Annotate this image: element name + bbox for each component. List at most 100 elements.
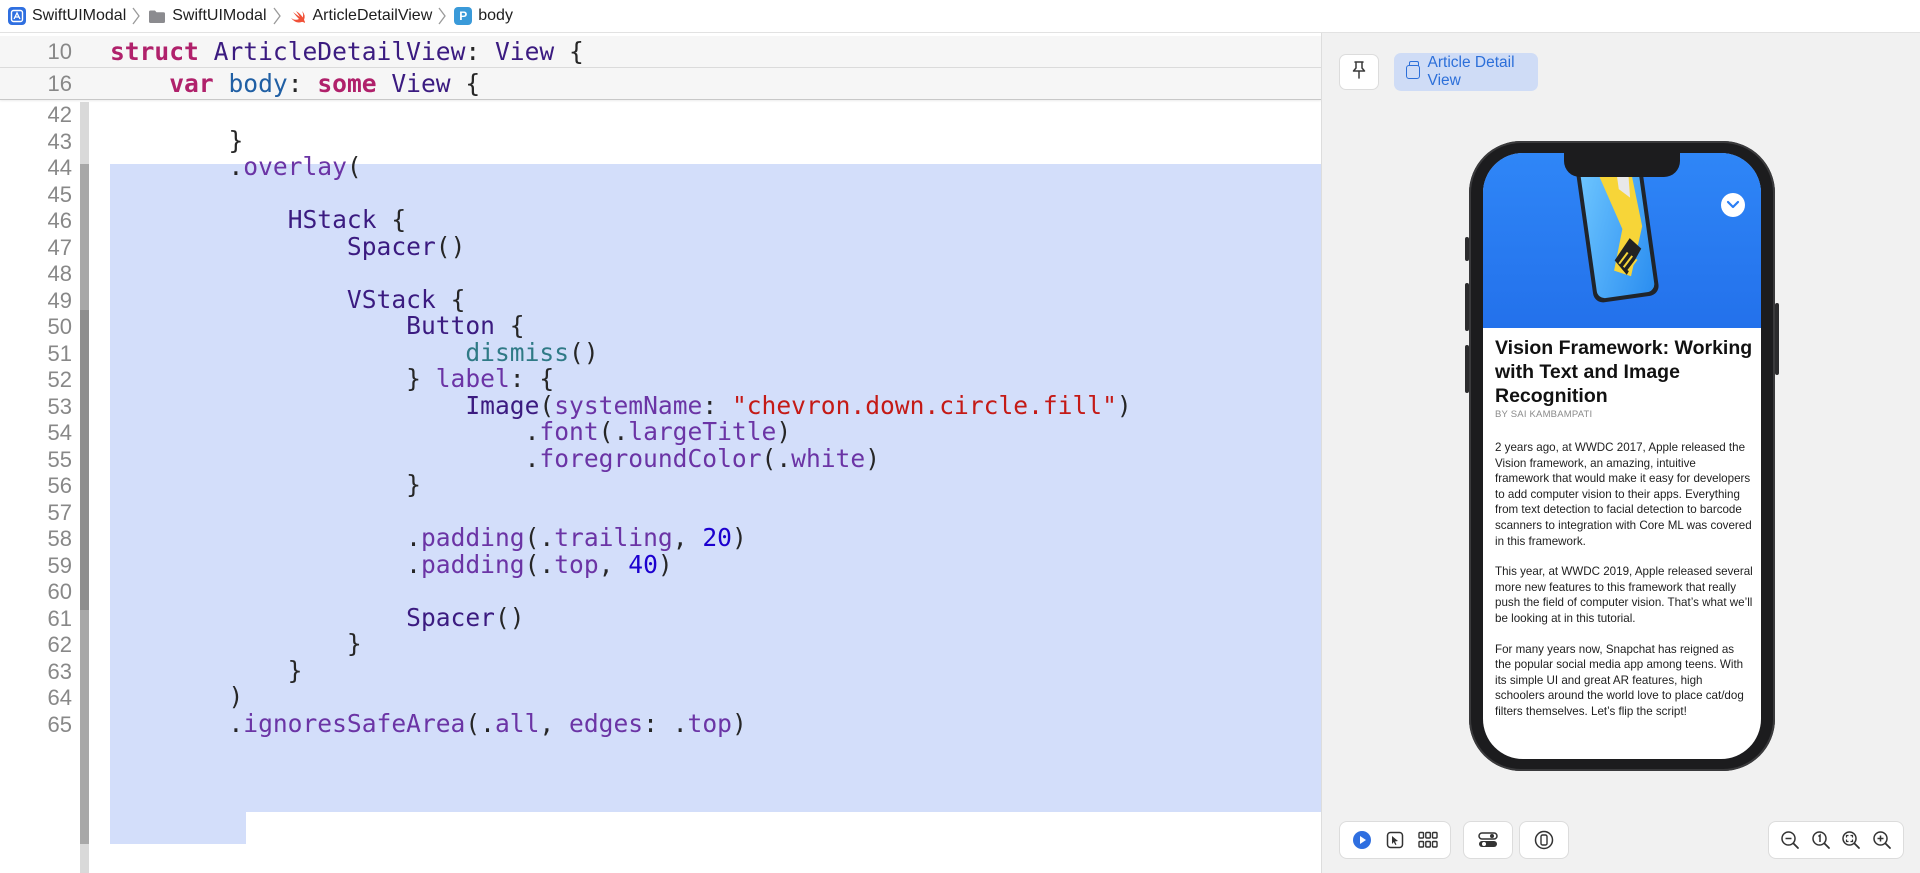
code-token: ) bbox=[731, 523, 747, 552]
code-token: var bbox=[169, 69, 214, 98]
line-number: 48 bbox=[47, 261, 72, 286]
code-token: white bbox=[791, 443, 866, 473]
sticky-header-body[interactable]: 16 var body: some View { bbox=[0, 68, 1321, 100]
device-icon bbox=[1533, 829, 1555, 851]
code-token: () bbox=[569, 337, 599, 367]
zoom-in-icon[interactable] bbox=[1871, 829, 1893, 851]
volume-up-button bbox=[1465, 283, 1469, 331]
code-token: , bbox=[672, 523, 703, 552]
line-number: 65 bbox=[47, 711, 72, 737]
live-preview-icon[interactable] bbox=[1351, 829, 1373, 851]
article-paragraph: This year, at WWDC 2019, Apple released … bbox=[1495, 565, 1753, 625]
code-token: ( bbox=[346, 152, 362, 181]
line-number: 53 bbox=[47, 393, 72, 419]
preview-variant-tab[interactable]: Article Detail View bbox=[1394, 53, 1538, 91]
line-number: 44 bbox=[47, 155, 72, 180]
breadcrumb-folder[interactable]: SwiftUIModal bbox=[148, 0, 267, 33]
code-token: : bbox=[465, 37, 495, 66]
code-token: () bbox=[494, 602, 525, 632]
code-line: struct ArticleDetailView: View { bbox=[110, 36, 584, 68]
code-token: (. bbox=[465, 708, 495, 738]
line-number: 42 bbox=[47, 102, 72, 127]
volume-down-button bbox=[1465, 345, 1469, 393]
line-number: 60 bbox=[47, 579, 72, 604]
zoom-100-icon[interactable] bbox=[1810, 829, 1832, 851]
folder-icon bbox=[148, 7, 166, 25]
device-frame: Vision Framework: Working with Text and … bbox=[1465, 141, 1779, 771]
pin-button[interactable] bbox=[1339, 54, 1379, 90]
code-token: some bbox=[317, 69, 377, 98]
line-number: 56 bbox=[47, 473, 72, 498]
variants-grid-icon[interactable] bbox=[1417, 829, 1439, 851]
device-settings-button[interactable] bbox=[1463, 821, 1513, 859]
article-title: Vision Framework: Working with Text and … bbox=[1495, 337, 1753, 407]
zoom-toolbar bbox=[1768, 821, 1904, 859]
code-token: View bbox=[391, 69, 451, 98]
breadcrumb-symbol[interactable]: P body bbox=[454, 0, 513, 33]
code-token: , bbox=[539, 708, 570, 738]
line-number: 47 bbox=[47, 234, 72, 260]
code-token: . bbox=[110, 152, 244, 181]
swift-file-icon bbox=[289, 7, 307, 25]
code-token: (. bbox=[524, 549, 555, 579]
breadcrumb-label: ArticleDetailView bbox=[312, 7, 433, 24]
code-line: var body: some View { bbox=[110, 68, 480, 100]
code-token: ) bbox=[1116, 390, 1132, 420]
line-number: 16 bbox=[47, 71, 72, 96]
zoom-out-icon[interactable] bbox=[1779, 829, 1801, 851]
device-screen: Vision Framework: Working with Text and … bbox=[1483, 153, 1761, 759]
article-paragraph: For many years now, Snapchat has reigned… bbox=[1495, 642, 1744, 718]
line-number: 52 bbox=[47, 367, 72, 392]
code-folding-ribbon-scope[interactable] bbox=[80, 310, 89, 610]
line-number: 50 bbox=[47, 314, 72, 339]
code-token: foregroundColor bbox=[539, 443, 762, 473]
code-token: all bbox=[495, 708, 540, 738]
preview-canvas: Article Detail View Vision Framework: Wo… bbox=[1321, 33, 1920, 873]
selection-highlight-tail bbox=[110, 812, 246, 844]
line-number: 64 bbox=[47, 685, 72, 710]
preview-variant-label: Article Detail View bbox=[1427, 54, 1515, 89]
selectable-icon[interactable] bbox=[1384, 829, 1406, 851]
line-number: 62 bbox=[47, 632, 72, 657]
line-number: 43 bbox=[47, 128, 72, 154]
article-content: Vision Framework: Working with Text and … bbox=[1495, 336, 1753, 720]
code-token: (. bbox=[761, 443, 792, 473]
line-number: 57 bbox=[47, 499, 72, 525]
article-hero-image bbox=[1483, 153, 1761, 328]
code-token: } bbox=[110, 470, 421, 499]
line-number: 46 bbox=[47, 208, 72, 233]
chevron-down-circle-icon[interactable] bbox=[1721, 193, 1745, 217]
code-token: Spacer bbox=[346, 231, 436, 261]
zoom-fit-icon[interactable] bbox=[1840, 829, 1862, 851]
sticky-header-struct[interactable]: 10 struct ArticleDetailView: View { bbox=[0, 36, 1321, 68]
device-select-button[interactable] bbox=[1519, 821, 1569, 859]
code-token: ignoresSafeArea bbox=[243, 708, 466, 738]
chevron-right-icon bbox=[132, 6, 142, 26]
line-number: 55 bbox=[47, 446, 72, 472]
article-paragraph: 2 years ago, at WWDC 2017, Apple release… bbox=[1495, 441, 1752, 548]
pin-icon bbox=[1350, 60, 1368, 85]
line-number: 51 bbox=[47, 340, 72, 366]
code-lines[interactable]: 42 43 } 44 .overlay(45 46 HStack {47 Spacer… bbox=[0, 102, 1321, 873]
breadcrumb-file[interactable]: ArticleDetailView bbox=[289, 0, 433, 33]
source-editor[interactable]: 10 struct ArticleDetailView: View { 16 v… bbox=[0, 36, 1321, 873]
code-token: { bbox=[450, 69, 481, 98]
side-button bbox=[1465, 237, 1469, 261]
code-token: padding bbox=[420, 549, 525, 579]
breadcrumb-label: body bbox=[478, 7, 513, 24]
code-token: : . bbox=[643, 708, 688, 738]
code-token: struct bbox=[110, 37, 199, 66]
chevron-right-icon bbox=[438, 6, 448, 26]
line-number: 59 bbox=[47, 552, 72, 578]
code-token: top bbox=[687, 708, 732, 738]
breadcrumb-project[interactable]: SwiftUIModal bbox=[8, 0, 126, 33]
chevron-right-icon bbox=[272, 6, 283, 26]
code-line: Spacer() bbox=[110, 231, 465, 263]
code-token: . bbox=[110, 708, 244, 738]
code-token: top bbox=[554, 549, 599, 579]
